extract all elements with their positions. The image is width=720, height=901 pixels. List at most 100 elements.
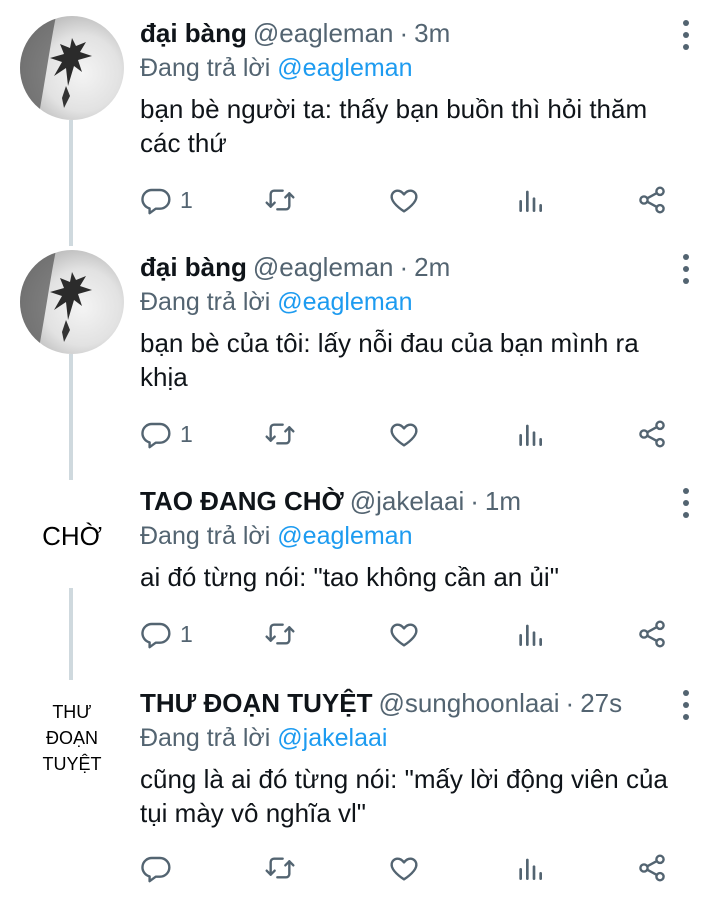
reply-button[interactable] [140,848,172,888]
user-handle[interactable]: @sunghoonlaai [378,686,559,720]
retweet-icon [265,857,295,879]
avatar-text: CHỜ [42,520,102,551]
avatar-text-line: THƯ [52,702,92,722]
analytics-button[interactable] [514,180,546,220]
more-options-icon[interactable] [682,690,690,720]
share-icon [639,854,665,882]
reply-icon [141,622,171,649]
eagle-photo-avatar-icon [20,16,92,120]
separator-dot: · [399,18,409,48]
tweet-header: đại bàng @eagleman · 2m [140,250,450,284]
tweet-actions: 1 [140,414,680,454]
reply-icon [141,422,171,449]
tweet-actions: 1 [140,614,680,654]
tweet-text: bạn bè của tôi: lấy nỗi đau của bạn mình… [140,328,639,392]
reply-mention-link[interactable]: @eagleman [277,522,412,550]
retweet-icon [265,623,295,645]
separator-dot: · [470,486,479,516]
replying-to: Đang trả lời @eagleman [140,286,412,318]
analytics-icon [519,190,542,212]
replying-to-label: Đang trả lời [140,54,271,82]
reply-count: 1 [180,420,193,447]
timestamp[interactable]: 1m [485,484,521,518]
timestamp[interactable]: 2m [414,250,450,284]
user-handle[interactable]: @eagleman [253,250,394,284]
share-button[interactable] [636,414,668,454]
reply-button[interactable]: 1 [140,180,193,220]
avatar[interactable] [20,16,124,120]
retweet-button[interactable] [264,180,296,220]
tweet-header: đại bàng @eagleman · 3m [140,16,450,50]
retweet-icon [265,189,295,211]
reply-button[interactable]: 1 [140,414,193,454]
reply-button[interactable]: 1 [140,614,193,654]
more-options-icon[interactable] [682,254,690,284]
avatar[interactable]: THƯ ĐOẠN TUYỆT [20,686,124,790]
like-button[interactable] [388,614,420,654]
separator-dot: · [399,252,409,282]
tweet[interactable]: THƯ ĐOẠN TUYỆT THƯ ĐOẠN TUYỆT @sunghoonl… [0,686,720,896]
analytics-button[interactable] [514,414,546,454]
more-options-icon[interactable] [682,488,690,518]
reply-mention-link[interactable]: @eagleman [277,54,412,82]
user-handle[interactable]: @jakelaai [350,484,465,518]
like-icon [390,189,418,213]
display-name[interactable]: đại bàng [140,16,247,50]
like-button[interactable] [388,414,420,454]
share-button[interactable] [636,180,668,220]
retweet-button[interactable] [264,848,296,888]
tweet-header: TAO ĐANG CHỜ @jakelaai · 1m [140,484,521,518]
share-button[interactable] [636,848,668,888]
tweet[interactable]: đại bàng @eagleman · 2m Đang trả lời @ea… [0,250,720,460]
separator-dot: · [565,688,575,718]
avatar[interactable] [20,250,124,354]
analytics-icon [519,424,542,446]
display-name[interactable]: đại bàng [140,250,247,284]
tweet[interactable]: đại bàng @eagleman · 3m Đang trả lời @ea… [0,16,720,226]
replying-to-label: Đang trả lời [140,724,271,752]
tweet-header: THƯ ĐOẠN TUYỆT @sunghoonlaai · 27s [140,686,622,720]
share-icon [639,420,665,448]
more-options-icon[interactable] [682,20,690,50]
retweet-icon [265,423,295,445]
retweet-button[interactable] [264,414,296,454]
share-button[interactable] [636,614,668,654]
tweet-text: bạn bè người ta: thấy bạn buồn thì hỏi t… [140,94,648,158]
display-name[interactable]: TAO ĐANG CHỜ [140,484,344,518]
tweet[interactable]: CHỜ TAO ĐANG CHỜ @jakelaai · 1m Đang trả… [0,484,720,674]
reply-mention-link[interactable]: @jakelaai [277,724,387,752]
like-icon [390,857,418,881]
like-icon [390,623,418,647]
replying-to: Đang trả lời @eagleman [140,52,412,84]
reply-icon [141,856,171,883]
avatar-text-line: TUYỆT [42,754,102,774]
avatar[interactable]: CHỜ [20,484,124,588]
tweet-actions [140,848,680,888]
analytics-icon [519,858,542,880]
like-button[interactable] [388,848,420,888]
reply-count: 1 [180,186,193,213]
timestamp[interactable]: 27s [580,686,622,720]
timestamp[interactable]: 3m [414,16,450,50]
replying-to-label: Đang trả lời [140,288,271,316]
like-button[interactable] [388,180,420,220]
reply-icon [141,188,171,215]
eagle-photo-avatar-icon [20,250,92,354]
replying-to-label: Đang trả lời [140,522,271,550]
tweet-actions: 1 [140,180,680,220]
analytics-button[interactable] [514,614,546,654]
tweet-text: cũng là ai đó từng nói: "mấy lời động vi… [140,764,668,828]
reply-count: 1 [180,620,193,647]
user-handle[interactable]: @eagleman [253,16,394,50]
display-name[interactable]: THƯ ĐOẠN TUYỆT [140,686,372,720]
analytics-button[interactable] [514,848,546,888]
reply-mention-link[interactable]: @eagleman [277,288,412,316]
replying-to: Đang trả lời @jakelaai [140,722,387,754]
like-icon [390,423,418,447]
retweet-button[interactable] [264,614,296,654]
analytics-icon [519,624,542,646]
replying-to: Đang trả lời @eagleman [140,520,412,552]
tweet-text: ai đó từng nói: "tao không cần an ủi" [140,562,559,592]
share-icon [639,186,665,214]
share-icon [639,620,665,648]
